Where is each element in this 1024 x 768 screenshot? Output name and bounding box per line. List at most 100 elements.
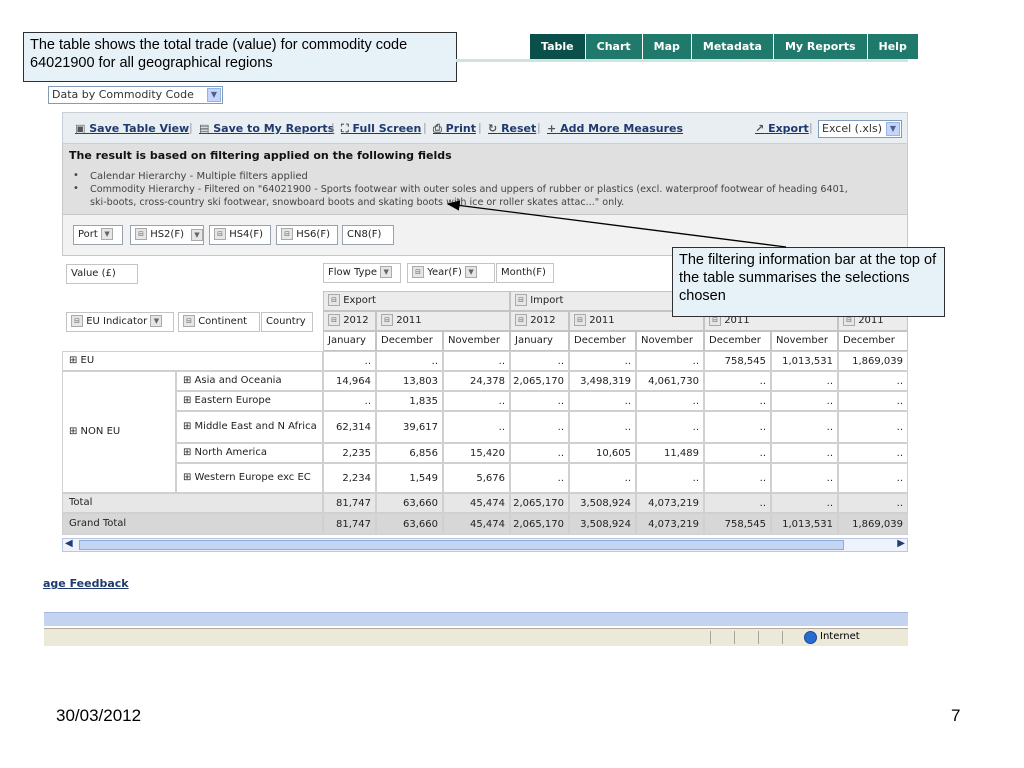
disk-icon: ▤ <box>199 122 210 135</box>
dropdown-icon[interactable]: ▼ <box>191 229 203 241</box>
tab-metadata[interactable]: Metadata <box>691 34 774 59</box>
month-dimension[interactable]: Month(F) <box>496 263 554 283</box>
year-header[interactable]: ⊟ 2012 <box>510 311 569 331</box>
country-dimension[interactable]: Country <box>261 312 313 332</box>
table-cell: .. <box>704 443 771 463</box>
port-dimension[interactable]: Port ▼ <box>73 225 123 245</box>
slide-date: 30/03/2012 <box>56 706 142 725</box>
table-cell: 39,617 <box>376 411 443 443</box>
row-region[interactable]: ⊞ Asia and Oceania <box>176 371 323 391</box>
collapse-icon[interactable]: ⊟ <box>328 314 340 326</box>
tab-map[interactable]: Map <box>642 34 692 59</box>
month-label: Month(F) <box>501 267 546 278</box>
table-cell: 1,835 <box>376 391 443 411</box>
row-region[interactable]: ⊞ North America <box>176 443 323 463</box>
dropdown-icon[interactable]: ▼ <box>380 266 393 278</box>
dropdown-icon[interactable]: ▼ <box>465 266 478 278</box>
scrollbar-thumb[interactable] <box>79 540 844 550</box>
hs4-dimension[interactable]: ⊟ HS4(F) <box>209 225 271 245</box>
collapse-icon[interactable]: ⊟ <box>515 314 527 326</box>
add-more-measures-button[interactable]: + Add More Measures <box>547 122 683 135</box>
measure-button[interactable]: Value (£) <box>66 264 138 284</box>
collapse-icon[interactable]: ⊟ <box>71 315 83 327</box>
collapse-icon[interactable]: ⊟ <box>328 294 340 306</box>
filter-info-bar: The result is based on filtering applied… <box>62 144 908 214</box>
page-feedback-link[interactable]: age Feedback <box>43 577 129 590</box>
reset-button[interactable]: ↻ Reset <box>488 122 536 135</box>
scroll-left-icon[interactable]: ◀ <box>65 538 73 549</box>
export-button[interactable]: ↗ Export <box>755 122 809 135</box>
table-cell: 3,508,924 <box>569 513 636 535</box>
dropdown-icon[interactable]: ▼ <box>150 315 163 327</box>
printer-icon: ⎙ <box>433 122 442 135</box>
collapse-icon[interactable]: ⊟ <box>515 294 527 306</box>
table-cell: .. <box>636 351 704 371</box>
table-cell: .. <box>838 391 908 411</box>
dropdown-icon[interactable]: ▼ <box>101 228 114 240</box>
dataset-select-value: Data by Commodity Code <box>52 88 194 101</box>
collapse-icon[interactable]: ⊟ <box>412 266 424 278</box>
table-cell: .. <box>771 443 838 463</box>
table-cell: .. <box>771 371 838 391</box>
scroll-right-icon[interactable]: ▶ <box>897 538 905 549</box>
row-grand-total-text: Grand Total <box>69 518 127 529</box>
table-cell: .. <box>704 411 771 443</box>
divider: | <box>478 121 482 134</box>
collapse-icon[interactable]: ⊟ <box>183 315 195 327</box>
save-to-my-reports-button[interactable]: ▤ Save to My Reports <box>199 122 334 135</box>
year-dimension[interactable]: ⊟ Year(F) ▼ <box>407 263 495 283</box>
tab-help[interactable]: Help <box>867 34 918 59</box>
table-cell: 14,964 <box>323 371 376 391</box>
table-cell: .. <box>510 443 569 463</box>
tab-table[interactable]: Table <box>530 34 586 59</box>
table-cell: 63,660 <box>376 513 443 535</box>
collapse-icon[interactable]: ⊟ <box>381 314 393 326</box>
export-format-select[interactable]: Excel (.xls) ▼ <box>818 120 902 138</box>
dataset-select[interactable]: Data by Commodity Code ▼ <box>48 86 223 104</box>
continent-dimension[interactable]: ⊟ Continent <box>178 312 260 332</box>
status-divider <box>710 631 711 644</box>
table-cell: 2,065,170 <box>510 513 569 535</box>
globe-icon <box>804 631 817 644</box>
table-cell: 1,549 <box>376 463 443 493</box>
reset-icon: ↻ <box>488 122 498 135</box>
collapse-icon[interactable]: ⊟ <box>214 228 226 240</box>
row-region[interactable]: ⊞ Western Europe exc EC <box>176 463 323 493</box>
flow-export-header[interactable]: ⊟ Export <box>323 291 510 311</box>
flow-type-label: Flow Type <box>328 267 377 278</box>
plus-icon: + <box>547 122 557 135</box>
collapse-icon[interactable]: ⊟ <box>135 228 147 240</box>
row-non-eu[interactable]: ⊞ NON EU <box>62 371 176 493</box>
table-cell: 15,420 <box>443 443 510 463</box>
month-header: November <box>443 331 510 351</box>
collapse-icon[interactable]: ⊟ <box>281 228 293 240</box>
table-cell: 1,013,531 <box>771 351 838 371</box>
tab-my-reports[interactable]: My Reports <box>773 34 868 59</box>
row-region[interactable]: ⊞ Eastern Europe <box>176 391 323 411</box>
tab-chart[interactable]: Chart <box>585 34 643 59</box>
hs6-dimension[interactable]: ⊟ HS6(F) <box>276 225 338 245</box>
collapse-icon[interactable]: ⊟ <box>574 314 586 326</box>
hs6-label: HS6(F) <box>296 229 330 240</box>
table-cell: .. <box>569 463 636 493</box>
table-cell: 13,803 <box>376 371 443 391</box>
browser-scrollbar[interactable] <box>44 612 908 626</box>
eu-indicator-dimension[interactable]: ⊟ EU Indicator ▼ <box>66 312 174 332</box>
save-table-view-button[interactable]: ▣ Save Table View <box>75 122 189 135</box>
year-header[interactable]: ⊟ 2011 <box>376 311 510 331</box>
year-header[interactable]: ⊟ 2012 <box>323 311 376 331</box>
cn8-dimension[interactable]: CN8(F) <box>342 225 394 245</box>
row-region[interactable]: ⊞ Middle East and N Africa <box>176 411 323 443</box>
print-button[interactable]: ⎙ Print <box>433 122 476 136</box>
flow-type-dimension[interactable]: Flow Type ▼ <box>323 263 401 283</box>
full-screen-button[interactable]: ⛶ Full Screen <box>341 122 421 136</box>
row-eu[interactable]: ⊞ EU <box>62 351 323 371</box>
chevron-down-icon: ▼ <box>886 122 900 136</box>
table-cell: .. <box>838 443 908 463</box>
status-zone-label: Internet <box>820 631 860 642</box>
month-header: December <box>838 331 908 351</box>
callout-filter-description: The filtering information bar at the top… <box>672 247 945 317</box>
eu-indicator-label: EU Indicator <box>86 316 148 327</box>
horizontal-scrollbar[interactable]: ◀ ▶ <box>62 538 908 552</box>
export-format-value: Excel (.xls) <box>822 122 883 135</box>
